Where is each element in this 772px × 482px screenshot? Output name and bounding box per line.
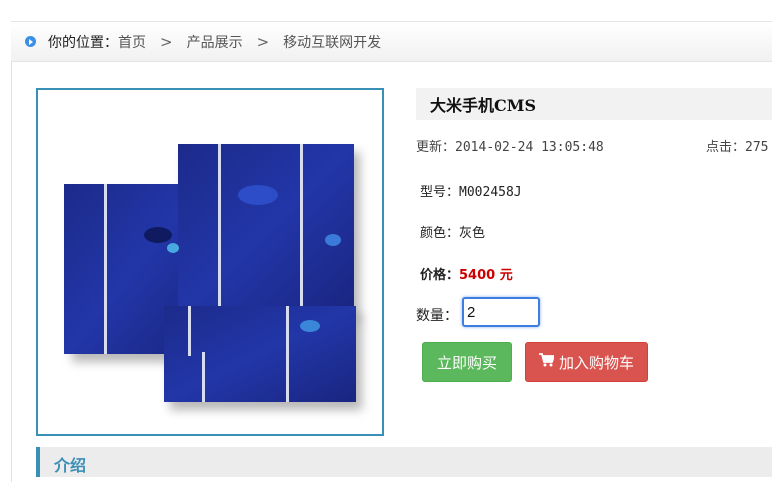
price-field: 价格：5400 元 xyxy=(420,264,513,283)
add-to-cart-label: 加入购物车 xyxy=(558,353,634,372)
price-label: 价格： xyxy=(420,268,460,283)
product-title-bar: 大米手机CMS xyxy=(416,88,772,120)
product-image[interactable] xyxy=(36,88,384,436)
color-label: 颜色： xyxy=(420,226,460,241)
breadcrumb-label: 你的位置： xyxy=(48,34,118,51)
price-value: 5400 元 xyxy=(459,268,513,283)
breadcrumb-home-link[interactable]: 首页 xyxy=(118,32,146,52)
solar-panel-image xyxy=(64,144,362,410)
breadcrumb-separator: > xyxy=(160,32,173,51)
model-label: 型号： xyxy=(420,185,460,200)
circle-arrow-icon xyxy=(25,36,36,47)
color-value: 灰色 xyxy=(459,226,486,241)
breadcrumb-products-link[interactable]: 产品展示 xyxy=(187,32,243,52)
intro-section-header: 介绍 xyxy=(36,447,772,477)
add-to-cart-button[interactable]: 加入购物车 xyxy=(525,342,648,382)
updated-meta: 更新：2014-02-24 13:05:48 xyxy=(416,136,604,155)
breadcrumb: 你的位置： 首页 > 产品展示 > 移动互联网开发 xyxy=(11,21,772,62)
updated-value: 2014-02-24 13:05:48 xyxy=(455,140,604,155)
clicks-value: 275 xyxy=(745,140,769,155)
clicks-meta: 点击：275 xyxy=(706,136,769,155)
quantity-label: 数量： xyxy=(416,308,458,324)
shopping-cart-icon xyxy=(538,353,556,371)
clicks-label: 点击： xyxy=(706,140,746,155)
model-value: M002458J xyxy=(459,185,522,200)
updated-label: 更新： xyxy=(416,140,456,155)
intro-heading: 介绍 xyxy=(54,456,87,475)
product-title: 大米手机CMS xyxy=(430,96,537,115)
color-field: 颜色：灰色 xyxy=(420,222,485,241)
breadcrumb-separator: > xyxy=(256,32,270,51)
breadcrumb-category-link[interactable]: 移动互联网开发 xyxy=(283,32,381,52)
quantity-input[interactable] xyxy=(462,297,540,327)
buy-now-label: 立即购买 xyxy=(436,353,497,372)
model-field: 型号：M002458J xyxy=(420,181,522,200)
buy-now-button[interactable]: 立即购买 xyxy=(422,342,512,382)
